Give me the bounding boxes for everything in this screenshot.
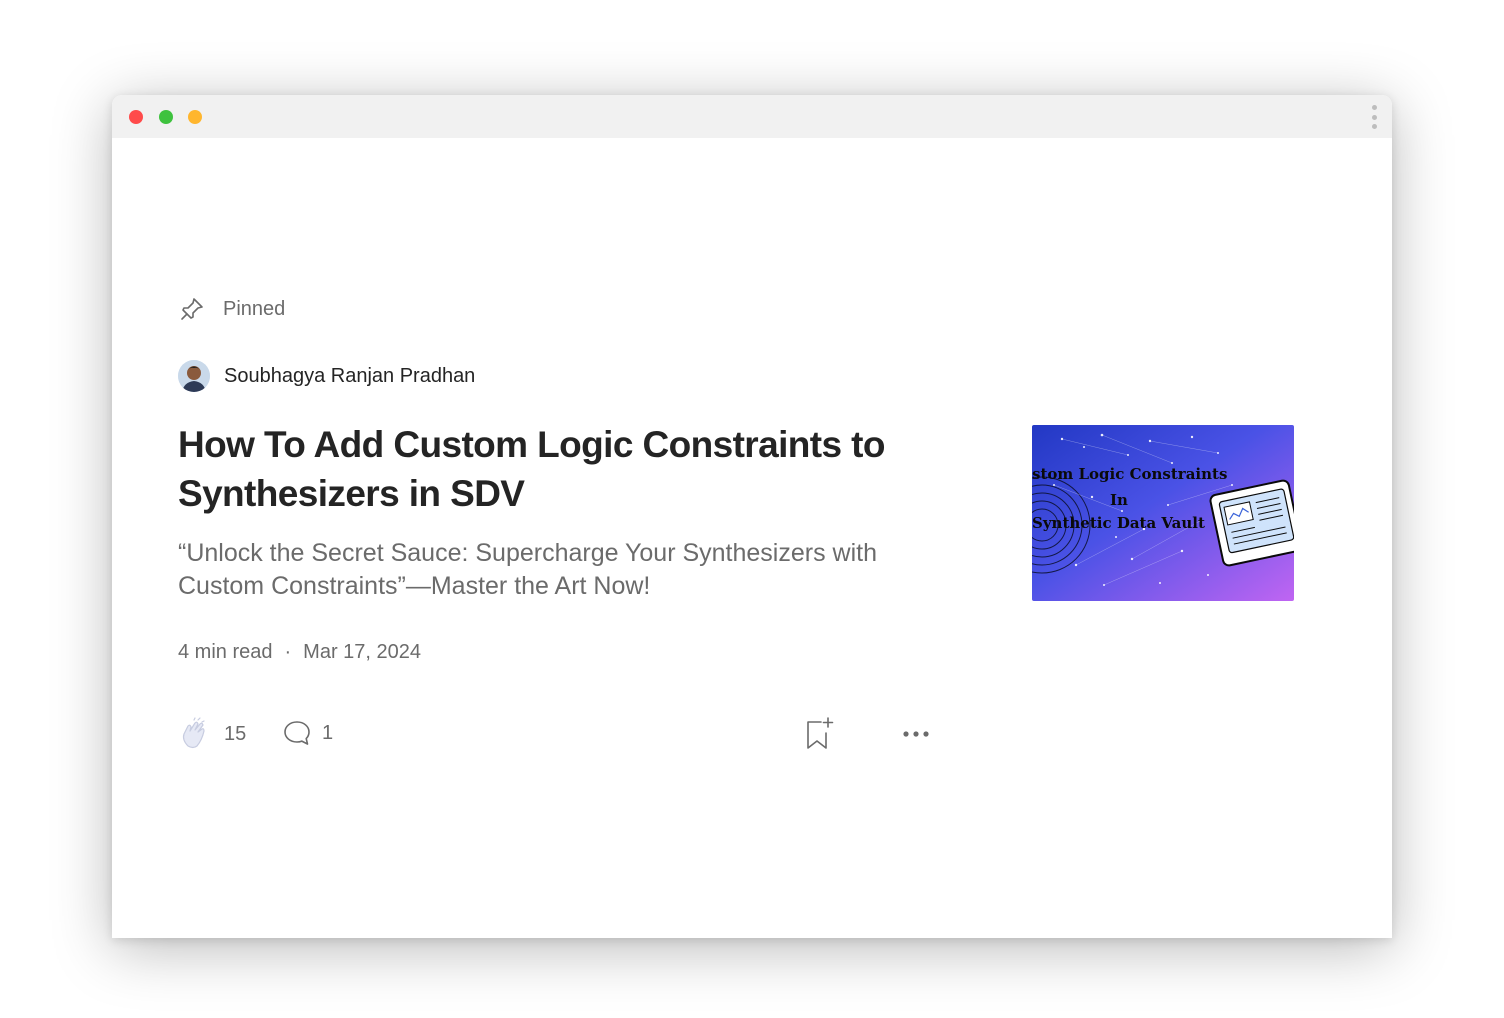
post-actions: 15 1 [178, 716, 938, 756]
pinned-label: Pinned [223, 297, 286, 320]
bookmark-add-icon [807, 717, 834, 749]
close-window-button[interactable] [129, 110, 143, 124]
clap-count: 15 [224, 722, 247, 745]
pinned-indicator: Pinned [178, 295, 285, 323]
meta-separator: · [284, 641, 292, 663]
read-time: 4 min read [178, 641, 273, 663]
browser-window: Pinned Soubhagya Ranjan Pradhan How To A… [112, 95, 1392, 938]
clap-icon [182, 717, 205, 749]
save-button[interactable] [804, 716, 836, 757]
minimize-window-button[interactable] [159, 110, 173, 124]
clap-button[interactable]: 15 [178, 716, 246, 752]
maximize-window-button[interactable] [188, 110, 202, 124]
more-options-button[interactable] [902, 726, 930, 747]
thumbnail-text-line-1: stom Logic Constraints [1032, 465, 1227, 483]
comment-count: 1 [322, 721, 334, 744]
post-subtitle[interactable]: “Unlock the Secret Sauce: Supercharge Yo… [178, 537, 958, 603]
window-menu-icon[interactable] [1370, 105, 1378, 129]
more-icon [903, 731, 929, 737]
publish-date: Mar 17, 2024 [303, 641, 422, 663]
avatar[interactable] [178, 360, 210, 392]
window-titlebar [112, 95, 1392, 138]
thumbnail-text-line-2: In [1110, 491, 1128, 509]
pin-icon [181, 298, 203, 320]
author-name[interactable]: Soubhagya Ranjan Pradhan [224, 365, 475, 388]
post-thumbnail[interactable]: stom Logic Constraints In Synthetic Data… [1032, 425, 1294, 601]
comment-button[interactable]: 1 [282, 718, 333, 748]
thumbnail-text-line-3: Synthetic Data Vault [1032, 514, 1205, 532]
author-link[interactable]: Soubhagya Ranjan Pradhan [178, 360, 475, 392]
post-preview: Pinned Soubhagya Ranjan Pradhan How To A… [112, 138, 1392, 938]
monitor-illustration [1209, 479, 1294, 567]
comment-icon [284, 721, 310, 745]
post-title[interactable]: How To Add Custom Logic Constraints to S… [178, 420, 958, 518]
post-meta: 4 min read · Mar 17, 2024 [178, 641, 421, 664]
